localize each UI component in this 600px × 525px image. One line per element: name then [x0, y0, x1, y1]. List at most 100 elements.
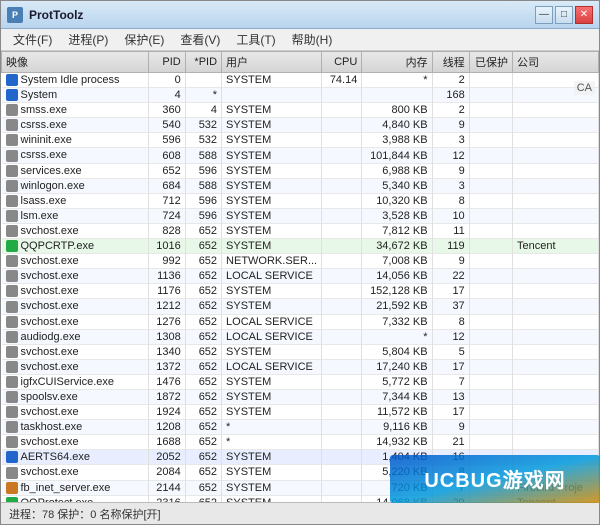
table-row[interactable]: svchost.exe1924652SYSTEM11,572 KB17 [2, 405, 599, 420]
process-cpu [322, 465, 362, 480]
table-row[interactable]: System Idle process0SYSTEM74.14*2 [2, 73, 599, 88]
menu-view[interactable]: 查看(V) [172, 29, 228, 50]
process-memory: 9,116 KB [362, 420, 432, 435]
table-row[interactable]: svchost.exe1212652SYSTEM21,592 KB37 [2, 299, 599, 314]
table-row[interactable]: lsm.exe724596SYSTEM3,528 KB10 [2, 208, 599, 223]
col-header-protected[interactable]: 已保护 [469, 52, 512, 73]
process-icon-box [6, 270, 18, 282]
process-name: svchost.exe [2, 465, 149, 480]
col-header-pid[interactable]: PID [149, 52, 185, 73]
process-threads: 9 [432, 118, 469, 133]
process-user: LOCAL SERVICE [222, 329, 322, 344]
process-name: svchost.exe [2, 344, 149, 359]
process-protected [469, 133, 512, 148]
process-pid: 596 [149, 133, 185, 148]
process-memory: 4,840 KB [362, 118, 432, 133]
process-name: csrss.exe [2, 118, 149, 133]
process-icon-box [6, 104, 18, 116]
table-row[interactable]: services.exe652596SYSTEM6,988 KB9 [2, 163, 599, 178]
table-row[interactable]: svchost.exe2084652SYSTEM5,220 KB8 [2, 465, 599, 480]
process-table-container[interactable]: 映像 PID *PID 用户 CPU 内存 线程 已保护 公司 System I… [1, 51, 599, 502]
table-row[interactable]: spoolsv.exe1872652SYSTEM7,344 KB13 [2, 389, 599, 404]
process-threads: 3 [432, 133, 469, 148]
table-row[interactable]: System4*168 [2, 88, 599, 103]
table-row[interactable]: svchost.exe1340652SYSTEM5,804 KB5 [2, 344, 599, 359]
process-memory: 800 KB [362, 103, 432, 118]
table-row[interactable]: svchost.exe1176652SYSTEM152,128 KB17 [2, 284, 599, 299]
process-name: taskhost.exe [2, 420, 149, 435]
col-header-cpu[interactable]: CPU [322, 52, 362, 73]
process-name: fb_inet_server.exe [2, 480, 149, 495]
table-row[interactable]: AERTS64.exe2052652SYSTEM1,404 KB16 [2, 450, 599, 465]
ca-label: CA [574, 81, 595, 95]
table-row[interactable]: fb_inet_server.exe2144652SYSTEM720 KB7Fi… [2, 480, 599, 495]
process-name: smss.exe [2, 103, 149, 118]
process-ppid: 652 [185, 314, 221, 329]
process-user: SYSTEM [222, 374, 322, 389]
table-row[interactable]: smss.exe3604SYSTEM800 KB2 [2, 103, 599, 118]
table-row[interactable]: igfxCUIService.exe1476652SYSTEM5,772 KB7 [2, 374, 599, 389]
process-pid: 2144 [149, 480, 185, 495]
process-pid: 2316 [149, 495, 185, 502]
process-list: System Idle process0SYSTEM74.14*2System4… [2, 73, 599, 503]
process-pid: 1308 [149, 329, 185, 344]
table-row[interactable]: svchost.exe1688652*14,932 KB21 [2, 435, 599, 450]
process-memory: 152,128 KB [362, 284, 432, 299]
table-row[interactable]: svchost.exe1372652LOCAL SERVICE17,240 KB… [2, 359, 599, 374]
menu-tools[interactable]: 工具(T) [228, 29, 283, 50]
process-company [513, 118, 599, 133]
table-row[interactable]: QQPCRTP.exe1016652SYSTEM34,672 KB119Tenc… [2, 239, 599, 254]
process-protected [469, 103, 512, 118]
process-memory: 7,332 KB [362, 314, 432, 329]
process-memory: 3,528 KB [362, 208, 432, 223]
table-row[interactable]: lsass.exe712596SYSTEM10,320 KB8 [2, 193, 599, 208]
process-cpu [322, 178, 362, 193]
process-cpu [322, 254, 362, 269]
table-row[interactable]: audiodg.exe1308652LOCAL SERVICE*12 [2, 329, 599, 344]
process-user: SYSTEM [222, 480, 322, 495]
col-header-name[interactable]: 映像 [2, 52, 149, 73]
process-cpu [322, 420, 362, 435]
close-button[interactable]: ✕ [575, 6, 593, 24]
process-name: System Idle process [2, 73, 149, 88]
process-company [513, 389, 599, 404]
process-pid: 1212 [149, 299, 185, 314]
process-threads: 2 [432, 103, 469, 118]
menu-file[interactable]: 文件(F) [5, 29, 60, 50]
process-user: SYSTEM [222, 344, 322, 359]
menu-protect[interactable]: 保护(E) [116, 29, 172, 50]
process-icon-box [6, 451, 18, 463]
table-row[interactable]: csrss.exe540532SYSTEM4,840 KB9 [2, 118, 599, 133]
process-company [513, 344, 599, 359]
table-row[interactable]: QQProtect.exe2316652SYSTEM14,068 KB29Ten… [2, 495, 599, 502]
table-row[interactable]: svchost.exe1136652LOCAL SERVICE14,056 KB… [2, 269, 599, 284]
table-row[interactable]: csrss.exe608588SYSTEM101,844 KB12 [2, 148, 599, 163]
process-company [513, 269, 599, 284]
table-row[interactable]: svchost.exe1276652LOCAL SERVICE7,332 KB8 [2, 314, 599, 329]
process-ppid: 652 [185, 435, 221, 450]
col-header-threads[interactable]: 线程 [432, 52, 469, 73]
process-company: Tencent [513, 495, 599, 502]
process-pid: 2052 [149, 450, 185, 465]
table-row[interactable]: winlogon.exe684588SYSTEM5,340 KB3 [2, 178, 599, 193]
table-row[interactable]: svchost.exe828652SYSTEM7,812 KB11 [2, 223, 599, 238]
minimize-button[interactable]: — [535, 6, 553, 24]
table-row[interactable]: wininit.exe596532SYSTEM3,988 KB3 [2, 133, 599, 148]
col-header-user[interactable]: 用户 [222, 52, 322, 73]
process-company [513, 208, 599, 223]
menu-help[interactable]: 帮助(H) [284, 29, 341, 50]
maximize-button[interactable]: □ [555, 6, 573, 24]
process-name: QQProtect.exe [2, 495, 149, 502]
process-pid: 2084 [149, 465, 185, 480]
menu-process[interactable]: 进程(P) [60, 29, 116, 50]
process-company [513, 359, 599, 374]
process-company [513, 420, 599, 435]
process-pid: 684 [149, 178, 185, 193]
process-name: System [2, 88, 149, 103]
col-header-company[interactable]: 公司 [513, 52, 599, 73]
table-row[interactable]: taskhost.exe1208652*9,116 KB9 [2, 420, 599, 435]
col-header-memory[interactable]: 内存 [362, 52, 432, 73]
process-protected [469, 435, 512, 450]
col-header-ppid[interactable]: *PID [185, 52, 221, 73]
table-row[interactable]: svchost.exe992652NETWORK.SER...7,008 KB9 [2, 254, 599, 269]
